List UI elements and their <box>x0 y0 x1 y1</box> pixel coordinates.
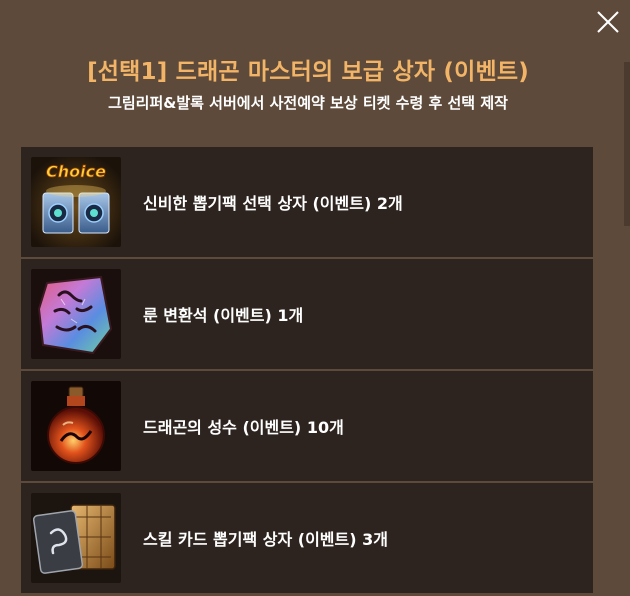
reward-modal: [선택1] 드래곤 마스터의 보급 상자 (이벤트) 그림리퍼&발록 서버에서 … <box>0 0 630 596</box>
holy-water-flask-icon <box>31 381 121 471</box>
reward-list: Choice 신비한 뽑기팩 선택 상자 (이벤트) 2개 룬 변환석 (이벤트… <box>21 147 593 595</box>
item-label: 스킬 카드 뽑기팩 상자 (이벤트) 3개 <box>143 530 388 549</box>
list-item: 스킬 카드 뽑기팩 상자 (이벤트) 3개 <box>21 483 593 593</box>
scrollbar[interactable] <box>624 62 630 226</box>
item-label: 드래곤의 성수 (이벤트) 10개 <box>143 418 344 437</box>
rune-stone-icon <box>31 269 121 359</box>
close-button[interactable] <box>596 10 620 34</box>
list-item: 드래곤의 성수 (이벤트) 10개 <box>21 371 593 481</box>
item-label: 신비한 뽑기팩 선택 상자 (이벤트) 2개 <box>143 194 403 213</box>
list-item: Choice 신비한 뽑기팩 선택 상자 (이벤트) 2개 <box>21 147 593 257</box>
list-item: 룬 변환석 (이벤트) 1개 <box>21 259 593 369</box>
skill-card-box-icon <box>31 493 121 583</box>
modal-subtitle: 그림리퍼&발록 서버에서 사전예약 보상 티켓 수령 후 선택 제작 <box>108 94 508 112</box>
modal-header: [선택1] 드래곤 마스터의 보급 상자 (이벤트) 그림리퍼&발록 서버에서 … <box>0 54 616 114</box>
close-icon <box>597 11 619 33</box>
choice-box-icon: Choice <box>31 157 121 247</box>
modal-title: [선택1] 드래곤 마스터의 보급 상자 (이벤트) <box>87 59 529 85</box>
choice-text: Choice <box>46 162 106 181</box>
item-label: 룬 변환석 (이벤트) 1개 <box>143 306 304 325</box>
